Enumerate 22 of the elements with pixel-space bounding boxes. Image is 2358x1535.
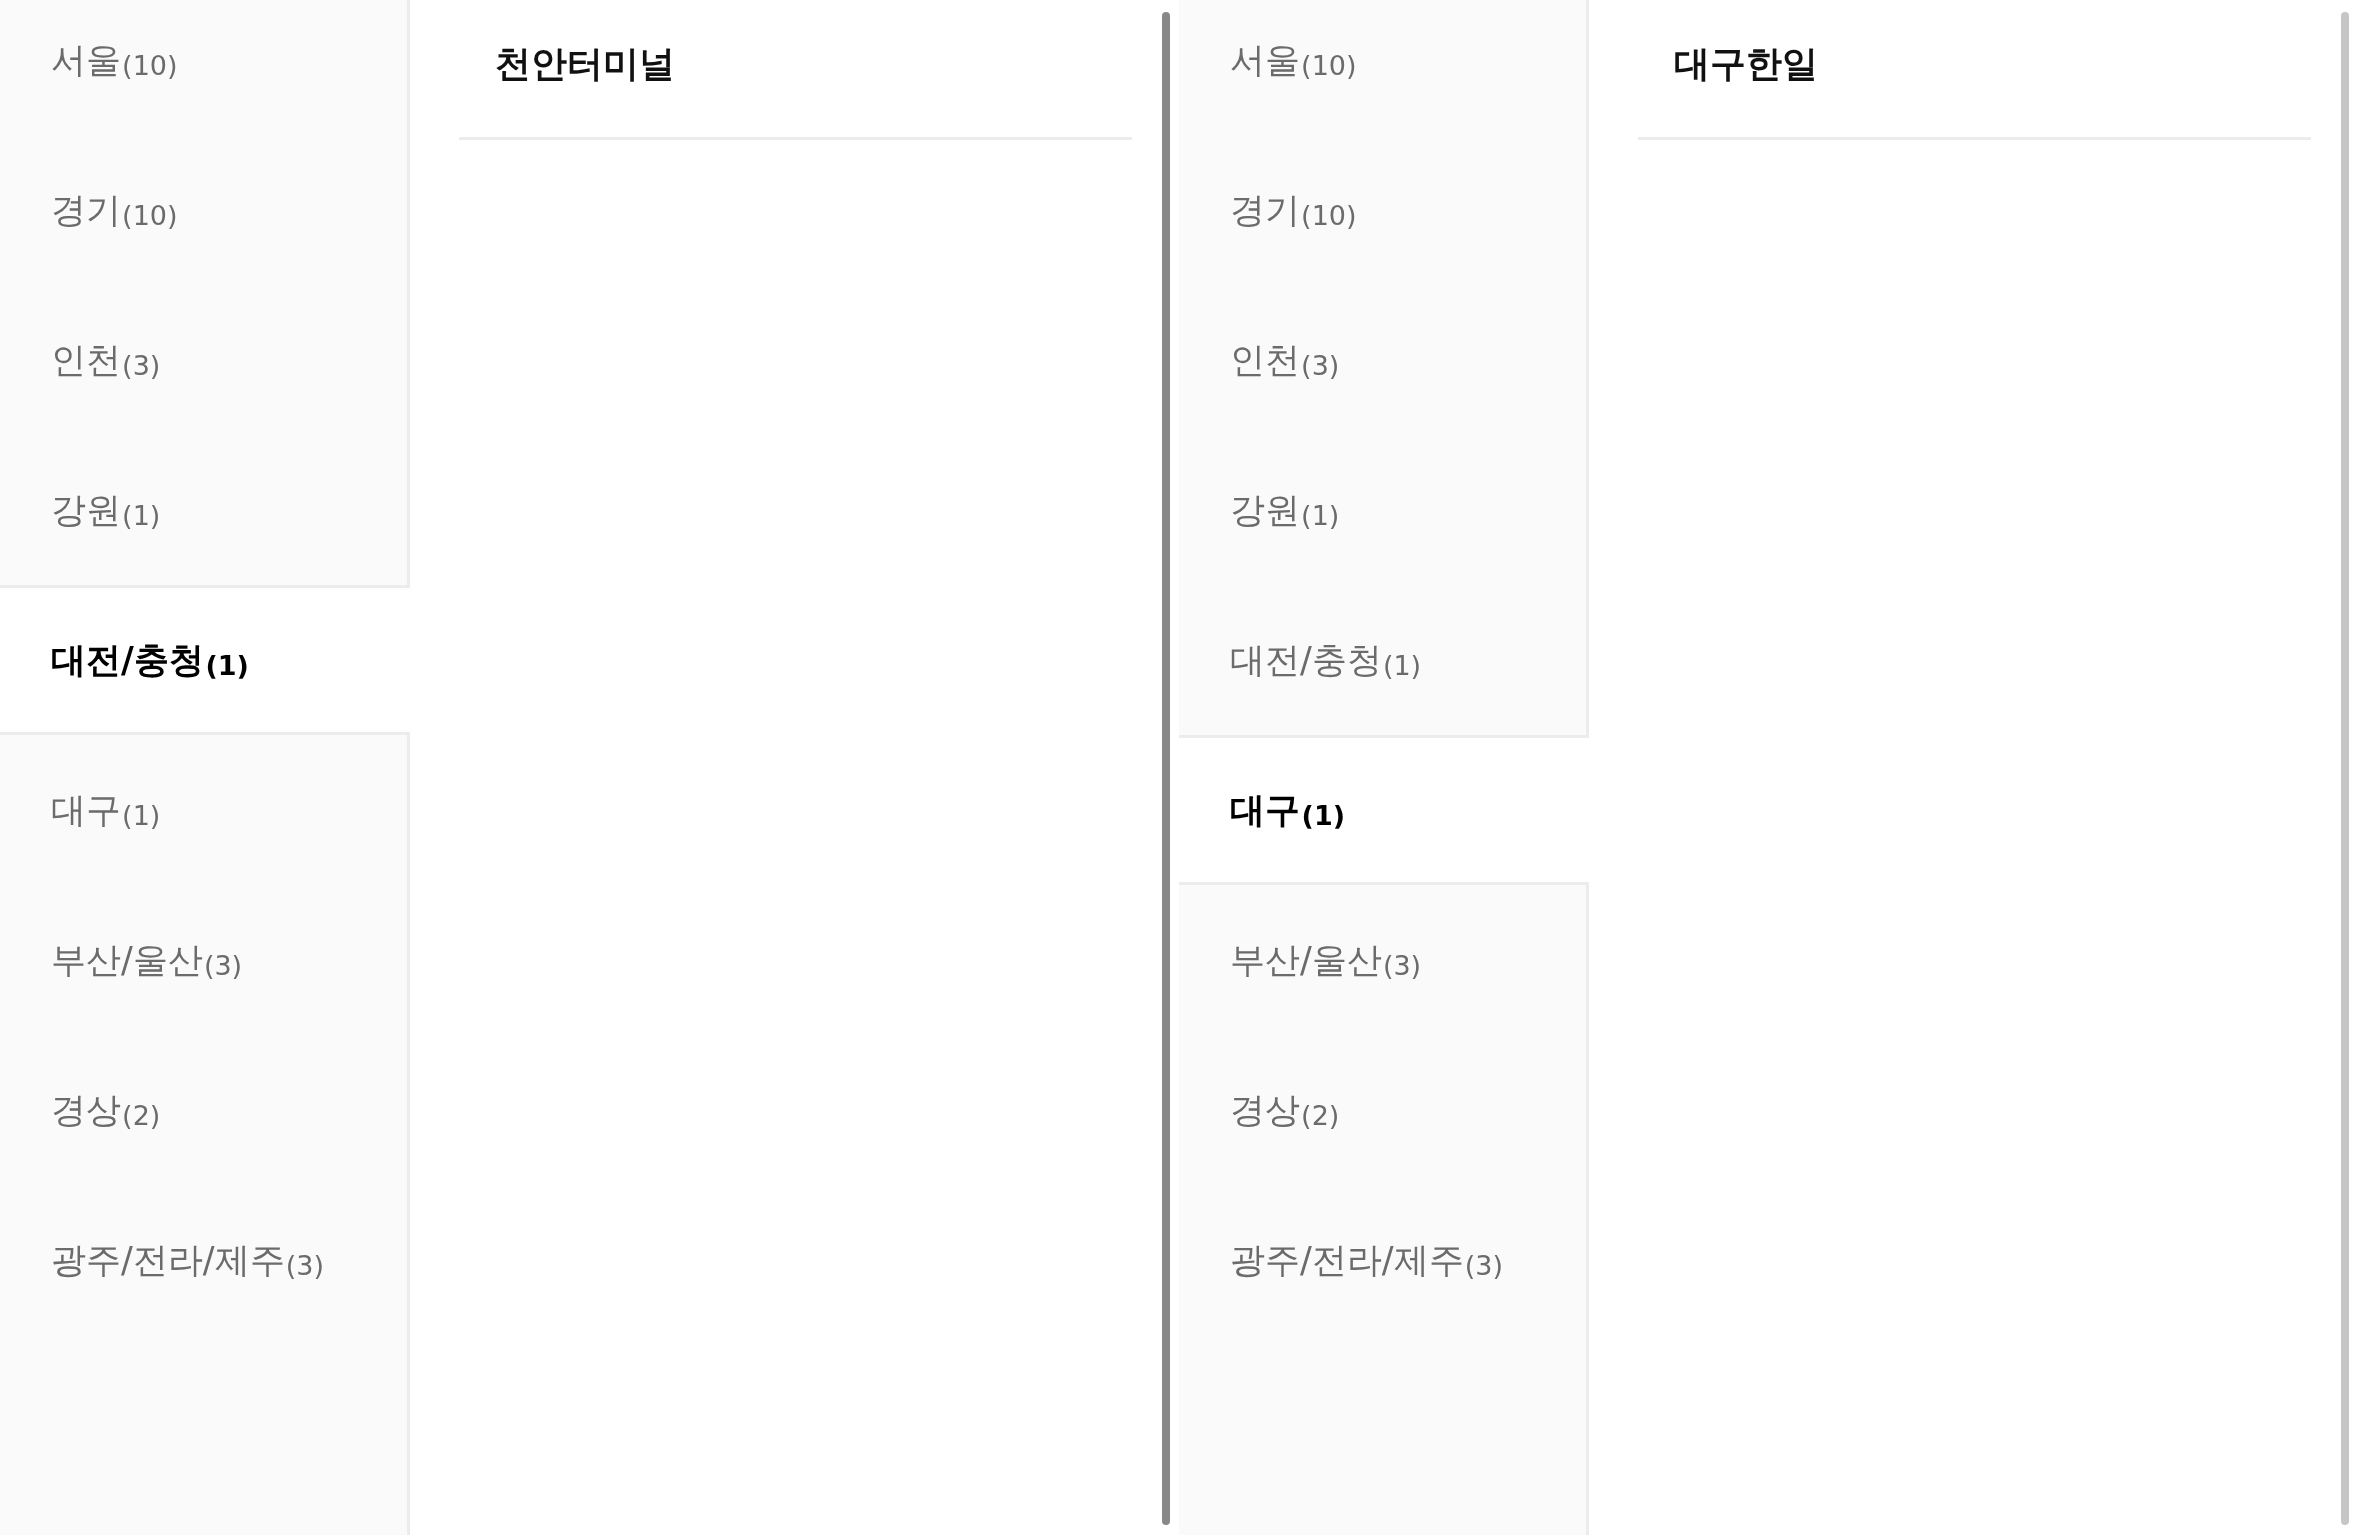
terminal-title: 대구한일 — [1674, 42, 1818, 86]
region-item[interactable]: 인천(3) — [0, 285, 407, 435]
region-item[interactable]: 부산/울산(3) — [0, 885, 407, 1035]
region-item[interactable]: 광주/전라/제주(3) — [1179, 1185, 1586, 1335]
region-item[interactable]: 인천(3) — [1179, 285, 1586, 435]
region-item[interactable]: 대전/충청(1) — [0, 585, 410, 735]
region-item[interactable]: 경기(10) — [0, 135, 407, 285]
scrollbar-thumb[interactable] — [1162, 12, 1170, 1525]
region-item[interactable]: 광주/전라/제주(3) — [0, 1185, 407, 1335]
terminal-title: 천안터미널 — [495, 42, 675, 86]
region-item[interactable]: 경상(2) — [0, 1035, 407, 1185]
region-item[interactable]: 경기(10) — [1179, 135, 1586, 285]
region-item[interactable]: 경상(2) — [1179, 1035, 1586, 1185]
region-item[interactable]: 부산/울산(3) — [1179, 885, 1586, 1035]
region-item[interactable]: 강원(1) — [1179, 435, 1586, 585]
scrollbar-thumb[interactable] — [2341, 12, 2349, 1525]
region-item[interactable]: 대구(1) — [0, 735, 407, 885]
region-item[interactable]: 강원(1) — [0, 435, 407, 585]
region-item[interactable]: 서울(10) — [0, 0, 407, 135]
region-item[interactable]: 대구(1) — [1179, 735, 1589, 885]
region-item[interactable]: 서울(10) — [1179, 0, 1586, 135]
region-item[interactable]: 대전/충청(1) — [1179, 585, 1586, 735]
